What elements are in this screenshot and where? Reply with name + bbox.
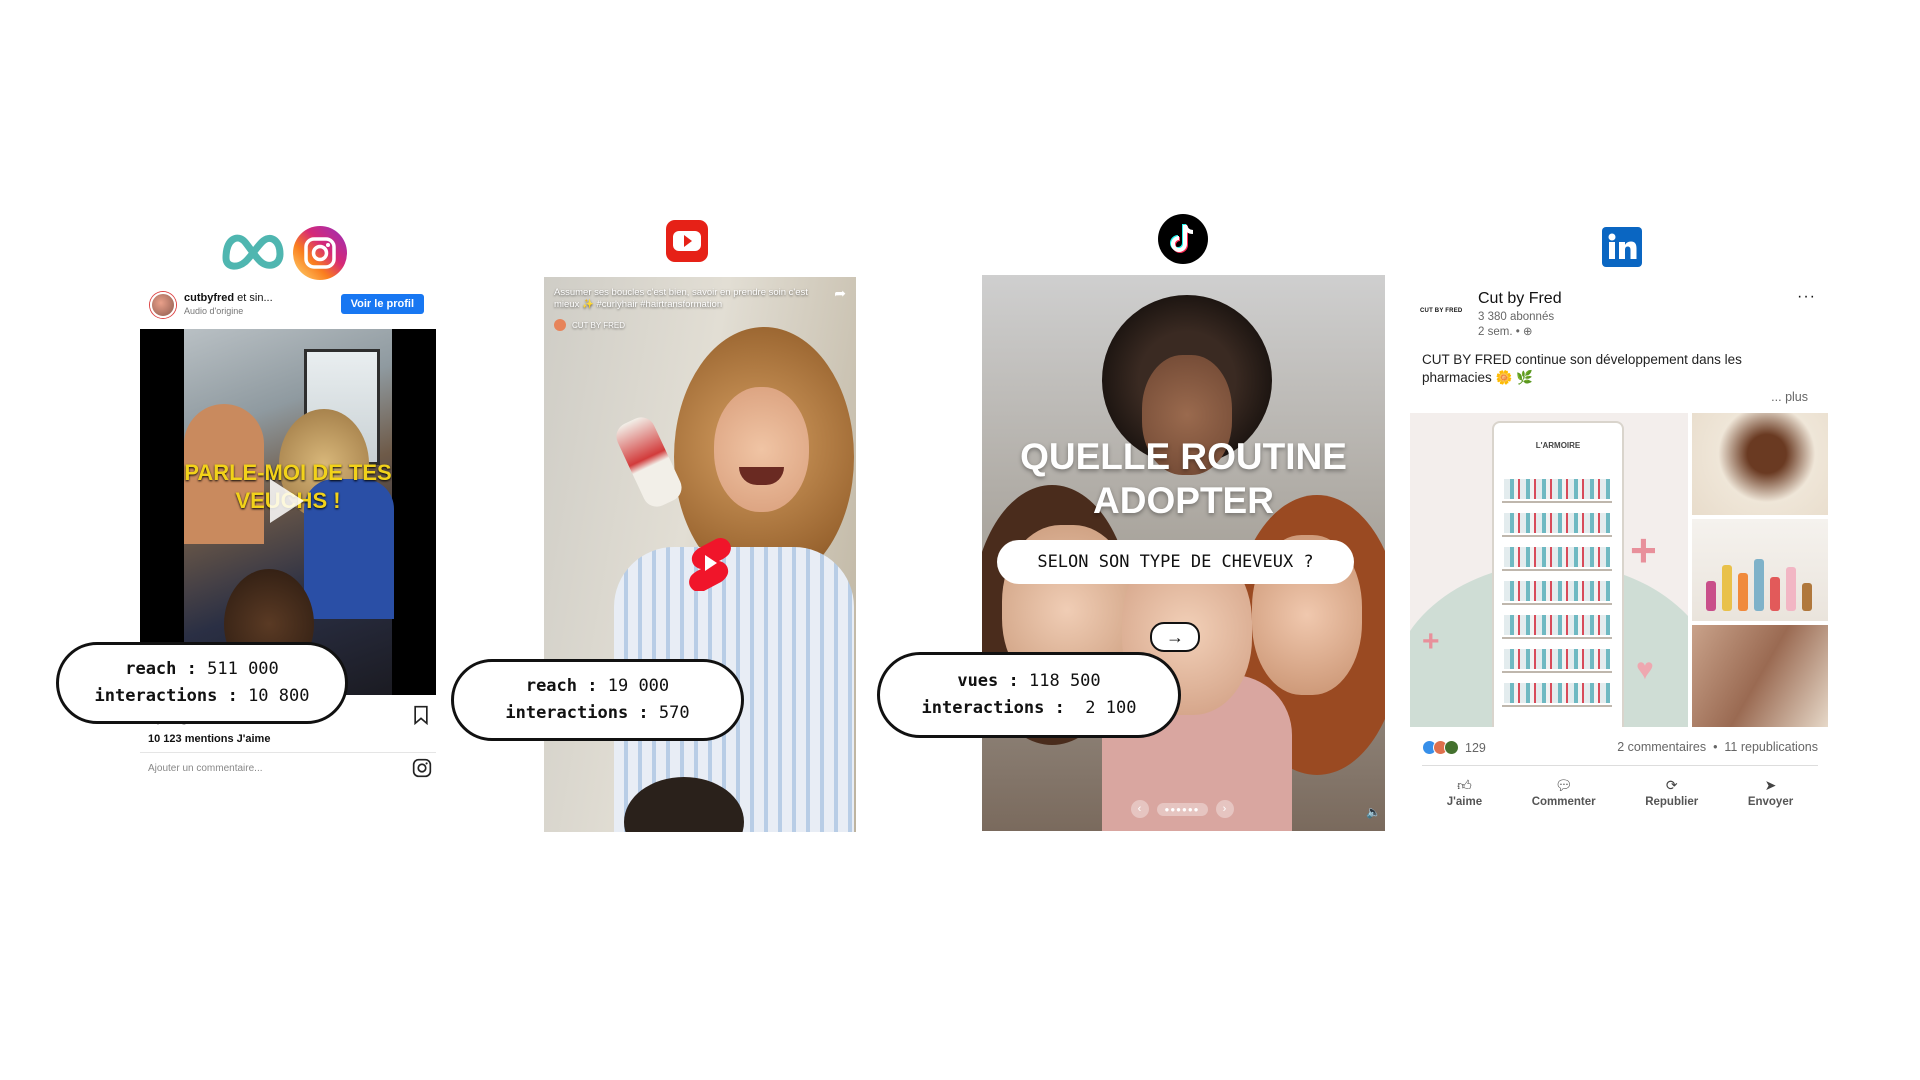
instagram-stats-pill: reach : 511 000 interactions : 10 800 — [56, 642, 348, 724]
tiktok-logo-icon — [1157, 213, 1209, 265]
tiktok-post[interactable]: QUELLE ROUTINE ADOPTER SELON SON TYPE DE… — [982, 275, 1385, 831]
follower-count: 3 380 abonnés — [1478, 311, 1555, 323]
repost-label: Republier — [1645, 796, 1699, 808]
views-value: 118 500 — [1029, 671, 1101, 691]
see-more-link[interactable]: ... plus — [1771, 390, 1808, 404]
pharmacy-cabinet-image[interactable]: L'ARMOIRE + + ♥ — [1410, 413, 1688, 727]
next-slide-icon[interactable]: › — [1215, 800, 1234, 818]
divider — [140, 752, 436, 753]
comment-count[interactable]: 2 commentaires — [1617, 740, 1706, 754]
company-logo[interactable]: CUT BY FRED — [1420, 308, 1462, 314]
send-button[interactable]: ➤ Envoyer — [1748, 777, 1793, 808]
post-author[interactable]: cutbyfred et sin... Audio d'origine — [184, 292, 273, 318]
tiktok-stats-pill: vues : 118 500 interactions : 2 100 — [877, 652, 1181, 738]
play-icon[interactable] — [270, 479, 304, 523]
repost-button[interactable]: ⟳ Republier — [1645, 777, 1698, 808]
post-actions: 👍︎ J'aime 💬︎ Commenter ⟳ Republier ➤ Envoyer — [1422, 777, 1818, 808]
post-meta: 3 380 abonnés 2 sem. • ⊕ — [1478, 310, 1554, 340]
company-name[interactable]: Cut by Fred — [1478, 290, 1562, 308]
avatar[interactable] — [150, 292, 176, 318]
channel-name: CUT BY FRED — [572, 320, 626, 330]
repost-icon: ⟳ — [1665, 777, 1678, 793]
like-button[interactable]: 👍︎ J'aime — [1447, 777, 1482, 808]
username[interactable]: cutbyfred — [184, 292, 234, 304]
interactions-value: 10 800 — [248, 686, 310, 706]
carousel-title: QUELLE ROUTINE ADOPTER — [1020, 436, 1347, 521]
share-arrow-icon[interactable]: ➦ — [834, 285, 846, 302]
interactions-label: interactions — [94, 686, 218, 706]
likes-count[interactable]: 10 123 mentions J'aime — [148, 733, 270, 745]
send-icon: ➤ — [1764, 777, 1777, 793]
youtube-logo-icon — [665, 219, 709, 263]
short-caption: Assumer ses boucles c'est bien, savoir e… — [554, 287, 808, 310]
post-text: CUT BY FRED continue son développement d… — [1422, 352, 1742, 385]
mute-icon[interactable]: 🔈 — [1366, 805, 1381, 819]
next-arrow-icon[interactable]: → — [1150, 622, 1200, 652]
divider — [1422, 765, 1818, 766]
youtube-shorts-icon — [684, 535, 736, 591]
interactions-label: interactions — [505, 703, 629, 723]
view-profile-button[interactable]: Voir le profil — [340, 294, 424, 314]
comment-button[interactable]: 💬︎ Commenter — [1532, 777, 1596, 808]
comment-bubble-icon: 💬︎ — [1554, 777, 1573, 793]
repost-count[interactable]: 11 republications — [1724, 740, 1818, 754]
meta-logo-icon — [220, 228, 286, 272]
bookmark-icon[interactable] — [412, 705, 430, 725]
interactions-label: interactions — [921, 698, 1045, 718]
prev-slide-icon[interactable]: ‹ — [1130, 800, 1149, 818]
comment-input[interactable]: Ajouter un commentaire... — [148, 763, 263, 774]
channel-avatar — [554, 319, 566, 331]
instagram-logo-icon — [292, 225, 348, 281]
carousel-navigation: ‹ ●●●●●● › — [1112, 799, 1252, 819]
reel-video[interactable]: PARLE-MOI DE TES VEUCHS ! — [140, 329, 436, 695]
instagram-glyph-icon[interactable] — [412, 758, 432, 778]
thumbs-up-icon: 👍︎ — [1457, 777, 1472, 793]
reach-label: reach — [525, 676, 578, 696]
interactions-value: 2 100 — [1085, 698, 1137, 718]
post-age: 2 sem. • ⊕ — [1478, 326, 1533, 338]
reach-value: 19 000 — [607, 676, 670, 696]
youtube-short[interactable]: Assumer ses boucles c'est bien, savoir e… — [544, 277, 856, 832]
cabinet-label: L'ARMOIRE — [1535, 441, 1581, 450]
send-label: Envoyer — [1747, 796, 1794, 808]
interactions-value: 570 — [658, 703, 690, 723]
slide-dots: ●●●●●● — [1156, 802, 1208, 816]
products-photo[interactable] — [1692, 519, 1828, 621]
username-suffix: et sin... — [234, 292, 273, 304]
reach-value: 511 000 — [207, 659, 279, 679]
carousel-subtitle: SELON SON TYPE DE CHEVEUX ? — [997, 540, 1354, 584]
comments-reposts[interactable]: 2 commentaires • 11 republications — [1617, 740, 1818, 754]
reaction-count: 129 — [1465, 740, 1486, 755]
post-image-grid[interactable]: L'ARMOIRE + + ♥ — [1410, 413, 1828, 727]
youtube-stats-pill: reach : 19 000 interactions : 570 — [451, 659, 744, 741]
team-photo[interactable] — [1692, 625, 1828, 727]
reach-label: reach — [125, 659, 177, 679]
like-label: J'aime — [1446, 796, 1483, 808]
audio-label[interactable]: Audio d'origine — [184, 305, 273, 318]
reaction-summary[interactable]: 129 — [1422, 740, 1486, 755]
post-header: cutbyfred et sin... Audio d'origine Voir… — [140, 285, 436, 325]
more-options-icon[interactable]: ··· — [1797, 288, 1816, 306]
support-reaction-icon — [1444, 740, 1459, 755]
views-label: vues — [957, 671, 999, 691]
channel-label[interactable]: CUT BY FRED — [554, 319, 625, 331]
comment-label: Commenter — [1531, 796, 1596, 808]
founder-photo[interactable] — [1692, 413, 1828, 515]
linkedin-logo-icon — [1602, 227, 1642, 267]
instagram-post: cutbyfred et sin... Audio d'origine Voir… — [140, 285, 436, 825]
linkedin-post: CUT BY FRED Cut by Fred 3 380 abonnés 2 … — [1410, 280, 1830, 840]
